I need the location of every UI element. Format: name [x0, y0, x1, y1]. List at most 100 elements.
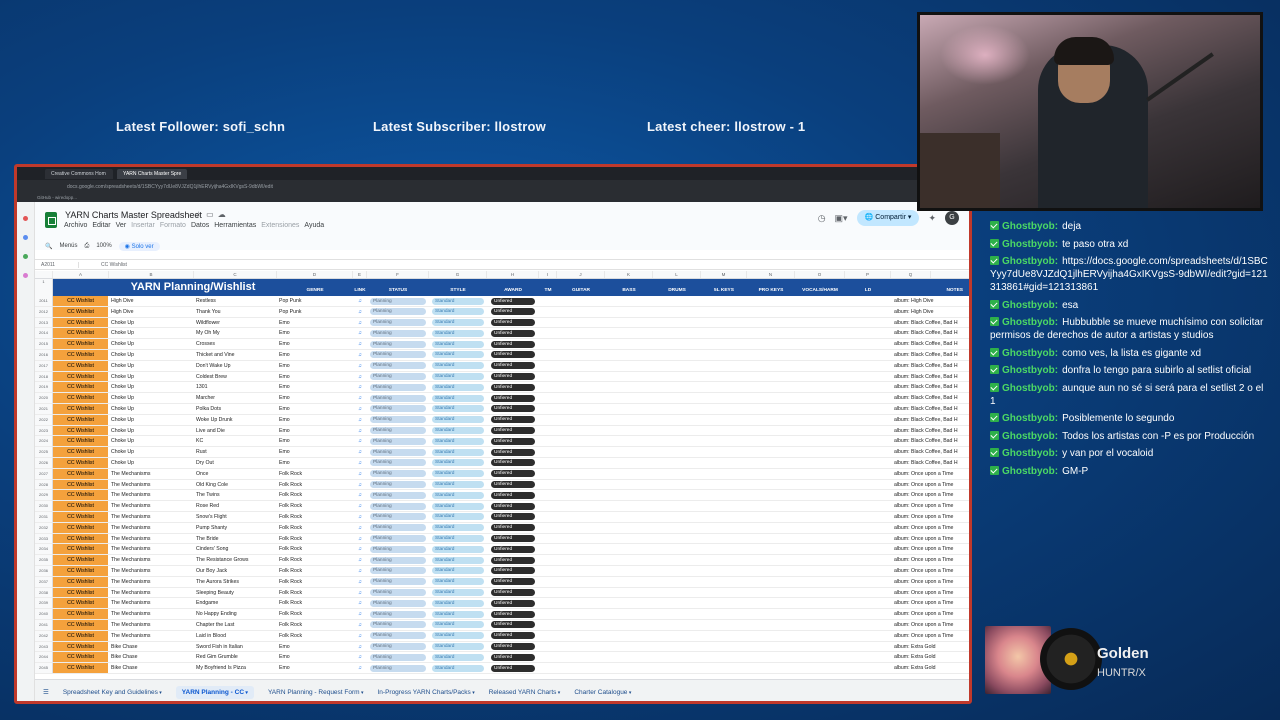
table-row[interactable]: 2038 CC Wishlist The Mechanisms Sleeping Be…: [35, 587, 969, 599]
browser-tab[interactable]: Creative Commons Hom: [45, 168, 113, 179]
chat-username[interactable]: Ghostbyob:: [1002, 300, 1058, 311]
row-number[interactable]: 2013: [35, 317, 53, 328]
style-dropdown[interactable]: Standard: [429, 642, 487, 652]
link-icon[interactable]: ♫: [353, 534, 367, 544]
cell-genre[interactable]: Emo: [277, 404, 353, 414]
name-box[interactable]: A2011: [35, 261, 79, 268]
cell-song[interactable]: Rose Red: [194, 501, 277, 511]
cell-song[interactable]: Dry Out: [194, 458, 277, 468]
award-dropdown[interactable]: Unfiered: [487, 588, 539, 598]
status-dropdown[interactable]: Planning: [367, 361, 429, 371]
row-number[interactable]: 2025: [35, 447, 53, 457]
cell-genre[interactable]: Folk Rock: [277, 555, 353, 565]
row-number[interactable]: 2020: [35, 393, 53, 403]
style-dropdown[interactable]: Standard: [429, 372, 487, 382]
chat-username[interactable]: Ghostbyob:: [1002, 239, 1058, 250]
cell-genre[interactable]: Emo: [277, 328, 353, 338]
cell-artist[interactable]: Choke Up: [109, 328, 194, 338]
table-row[interactable]: 2013 CC Wishlist Choke Up Wildflower Emo ♫ Pla…: [35, 317, 969, 329]
cell-notes[interactable]: album: Black Coffee, Bad H: [891, 318, 969, 328]
cell-wishlist[interactable]: CC Wishlist: [53, 652, 109, 663]
cell-wishlist[interactable]: CC Wishlist: [53, 619, 109, 630]
menu-herramientas[interactable]: Herramientas: [214, 222, 256, 229]
award-dropdown[interactable]: Unfiered: [487, 436, 539, 446]
cell-artist[interactable]: Choke Up: [109, 415, 194, 425]
status-dropdown[interactable]: Planning: [367, 501, 429, 511]
cell-artist[interactable]: The Mechanisms: [109, 631, 194, 641]
award-dropdown[interactable]: Unfiered: [487, 307, 539, 317]
menu-archivo[interactable]: Archivo: [64, 222, 87, 229]
row-number[interactable]: 2024: [35, 436, 53, 447]
cell-artist[interactable]: The Mechanisms: [109, 588, 194, 598]
status-dropdown[interactable]: Planning: [367, 609, 429, 619]
cell-notes[interactable]: album: Black Coffee, Bad H: [891, 436, 969, 446]
cell-notes[interactable]: album: Once upon a Time: [891, 588, 969, 598]
chat-username[interactable]: Ghostbyob:: [1002, 431, 1058, 442]
table-row[interactable]: 2033 CC Wishlist The Mechanisms The Bride Fo…: [35, 533, 969, 545]
style-dropdown[interactable]: Standard: [429, 404, 487, 414]
menu-ayuda[interactable]: Ayuda: [304, 222, 324, 229]
cell-empty[interactable]: [539, 361, 891, 371]
sheets-logo-icon[interactable]: [45, 212, 57, 228]
link-icon[interactable]: ♫: [353, 490, 367, 500]
cell-wishlist[interactable]: CC Wishlist: [53, 317, 109, 328]
cell-wishlist[interactable]: CC Wishlist: [53, 544, 109, 555]
column-letter[interactable]: Q: [891, 271, 931, 278]
award-dropdown[interactable]: Unfiered: [487, 577, 539, 587]
style-dropdown[interactable]: Standard: [429, 447, 487, 457]
status-dropdown[interactable]: Planning: [367, 415, 429, 425]
award-dropdown[interactable]: Unfiered: [487, 490, 539, 500]
cell-notes[interactable]: album: Once upon a Time: [891, 501, 969, 511]
award-dropdown[interactable]: Unfiered: [487, 609, 539, 619]
cell-artist[interactable]: Choke Up: [109, 404, 194, 414]
link-icon[interactable]: ♫: [353, 318, 367, 328]
cell-empty[interactable]: [539, 296, 891, 306]
award-dropdown[interactable]: Unfiered: [487, 480, 539, 490]
row-number[interactable]: 2022: [35, 414, 53, 425]
cell-empty[interactable]: [539, 534, 891, 544]
cell-artist[interactable]: The Mechanisms: [109, 620, 194, 630]
style-dropdown[interactable]: Standard: [429, 361, 487, 371]
row-number[interactable]: 2019: [35, 382, 53, 393]
cell-empty[interactable]: [539, 663, 891, 673]
award-dropdown[interactable]: Unfiered: [487, 404, 539, 414]
cell-song[interactable]: My Boyfriend Is Pizza: [194, 663, 277, 673]
link-icon[interactable]: ♫: [353, 577, 367, 587]
status-dropdown[interactable]: Planning: [367, 652, 429, 662]
style-dropdown[interactable]: Standard: [429, 458, 487, 468]
cell-empty[interactable]: [539, 631, 891, 641]
status-dropdown[interactable]: Planning: [367, 512, 429, 522]
cell-song[interactable]: Restless: [194, 296, 277, 306]
cell-notes[interactable]: album: Once upon a Time: [891, 480, 969, 490]
cell-artist[interactable]: Choke Up: [109, 447, 194, 457]
award-dropdown[interactable]: Unfiered: [487, 566, 539, 576]
view-only-badge[interactable]: ◉ Solo ver: [118, 241, 160, 251]
status-dropdown[interactable]: Planning: [367, 631, 429, 641]
table-row[interactable]: 2026 CC Wishlist Choke Up Dry Out Emo ♫ Planni…: [35, 457, 969, 469]
menu-editar[interactable]: Editar: [92, 222, 110, 229]
cell-genre[interactable]: Emo: [277, 382, 353, 392]
search-icon[interactable]: 🔍: [45, 243, 52, 250]
link-icon[interactable]: ♫: [353, 588, 367, 598]
column-letter[interactable]: L: [653, 271, 701, 278]
style-dropdown[interactable]: Standard: [429, 620, 487, 630]
cell-genre[interactable]: Pop Punk: [277, 296, 353, 306]
row-number[interactable]: 2028: [35, 479, 53, 490]
cell-genre[interactable]: Folk Rock: [277, 631, 353, 641]
style-dropdown[interactable]: Standard: [429, 415, 487, 425]
link-icon[interactable]: ♫: [353, 609, 367, 619]
table-row[interactable]: 2036 CC Wishlist The Mechanisms Our Boy Jac…: [35, 565, 969, 577]
cell-notes[interactable]: album: Once upon a Time: [891, 544, 969, 554]
style-dropdown[interactable]: Standard: [429, 480, 487, 490]
cell-wishlist[interactable]: CC Wishlist: [53, 522, 109, 533]
table-row[interactable]: 2032 CC Wishlist The Mechanisms Pump Shanty…: [35, 522, 969, 534]
cell-wishlist[interactable]: CC Wishlist: [53, 468, 109, 479]
cell-song[interactable]: No Happy Ending: [194, 609, 277, 619]
link-icon[interactable]: ♫: [353, 469, 367, 479]
style-dropdown[interactable]: Standard: [429, 534, 487, 544]
link-icon[interactable]: ♫: [353, 501, 367, 511]
cell-notes[interactable]: album: Once upon a Time: [891, 469, 969, 479]
cell-song[interactable]: Cinders' Song: [194, 544, 277, 554]
cell-artist[interactable]: The Mechanisms: [109, 480, 194, 490]
cell-notes[interactable]: album: Extra Gold: [891, 642, 969, 652]
